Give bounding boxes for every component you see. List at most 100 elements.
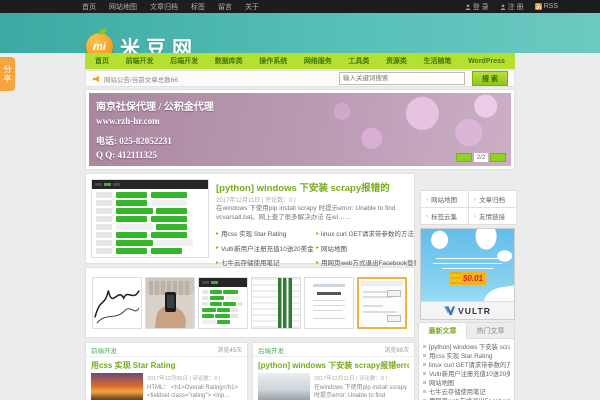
related-link[interactable]: ▸ 用网页web方式退出Facebook登录	[316, 257, 416, 268]
post-list-item[interactable]: [python] windows 下安装 scrapy	[423, 342, 510, 351]
top-menu-sitemap[interactable]: 网站地图	[109, 2, 137, 12]
tab-hot-posts[interactable]: 热门文章	[467, 323, 514, 338]
top-menu-home[interactable]: 首页	[82, 2, 96, 12]
nav-tools[interactable]: 工具类	[348, 56, 369, 66]
post-title: 用网页web方式退出Facebook登录	[429, 396, 510, 400]
banner-line-2: www.rzh-hr.com	[96, 116, 160, 126]
top-menu-guestbook[interactable]: 留言	[218, 2, 232, 12]
view-count: 浏览45次	[217, 348, 242, 354]
login-link[interactable]: 登 录	[465, 2, 489, 12]
post-list-item[interactable]: 用网页web方式退出Facebook登录	[423, 396, 510, 400]
article-date: 2017年12月11日 | 评论数：0 |	[314, 376, 388, 382]
article-title[interactable]: [python] windows 下安装 scrapy报错error:	[258, 360, 409, 371]
top-menu-tags[interactable]: 标签	[191, 2, 205, 12]
post-list-item[interactable]: 用css 实现 Star Rating	[423, 351, 510, 360]
nav-frontend[interactable]: 前端开发	[126, 56, 154, 66]
related-link[interactable]: ▸ 用css 实现 Star Rating	[216, 228, 316, 239]
post-list-item[interactable]: linux curl GET请求带参数的方法	[423, 360, 510, 369]
share-side-tab[interactable]: 分享	[0, 57, 15, 91]
notice-bar: 网站公告/当前文章总数66 搜 索	[85, 70, 515, 87]
main-nav: 首页 前端开发 后端开发 数据库类 操作系统 网络服务 工具类 资源类 生活随笔…	[85, 53, 515, 69]
related-link[interactable]: ▸ Vultr新用户注册充值10送20美金	[216, 243, 316, 253]
slider-page-indicator: 2/2	[474, 153, 488, 162]
banner-ad[interactable]: 南京社保代理 / 公积金代理 www.rzh-hr.com 电话: 025-82…	[89, 93, 511, 166]
featured-related-links: ▸ 用css 实现 Star Rating ▸ Vultr新用户注册充值10送20美…	[216, 228, 416, 268]
article-title[interactable]: 用css 实现 Star Rating	[91, 360, 242, 371]
featured-title[interactable]: [python] windows 下安装 scrapy报错的	[216, 180, 412, 194]
vultr-brand-text: VULTR	[458, 305, 491, 316]
banner-line-3: 电话: 025-82052231	[96, 136, 172, 146]
green-table-thumbnail[interactable]	[198, 276, 248, 329]
coupon-price: $0.01	[459, 272, 487, 285]
slider-prev-button[interactable]	[456, 153, 472, 162]
square-bullet-icon	[423, 381, 426, 384]
vultr-ad-banner[interactable]: $0.01 VULTR	[420, 228, 515, 320]
square-bullet-icon	[423, 345, 426, 348]
category-link[interactable]: 前端开发	[91, 345, 117, 355]
article-card-header: 前端开发 浏览45次	[86, 343, 247, 357]
quick-link-friends[interactable]: › 友情链接	[469, 208, 516, 224]
arrow-icon: ▸	[316, 245, 320, 251]
top-menu-archive[interactable]: 文章归档	[150, 2, 178, 12]
nav-home[interactable]: 首页	[95, 56, 109, 66]
related-link[interactable]: ▸ 七牛云存储使用笔记	[216, 257, 316, 268]
sunset-thumbnail[interactable]	[91, 373, 143, 400]
sketch-thumbnail[interactable]	[92, 276, 142, 329]
view-count: 浏览88次	[384, 348, 409, 354]
top-account-links: 登 录 注 册 RSS	[465, 2, 558, 12]
article-excerpt: 在windows 下使用pip install scrapy 时提示error:…	[314, 385, 408, 400]
quick-link-label: 标签云集	[431, 214, 458, 221]
search-button[interactable]: 搜 索	[472, 71, 508, 86]
quick-link-label: 友情链接	[479, 214, 506, 221]
category-link[interactable]: 后端开发	[258, 345, 284, 355]
phone-photo-thumbnail[interactable]	[145, 276, 195, 329]
chevron-right-icon: ›	[426, 212, 429, 220]
latest-posts-list: [python] windows 下安装 scrapy 用css 实现 Star…	[419, 339, 514, 400]
search-input[interactable]	[339, 72, 465, 85]
post-list-item[interactable]: 网站地图	[423, 378, 510, 387]
top-utility-bar: 首页 网站地图 文章归档 标签 留言 关于 登 录 注 册 RSS	[0, 0, 600, 13]
striped-list-thumbnail[interactable]	[251, 276, 301, 329]
rss-link[interactable]: RSS	[534, 3, 558, 10]
page-line	[313, 283, 345, 287]
square-bullet-icon	[423, 390, 426, 393]
related-link-label: linux curl GET请求带参数的方法	[321, 231, 414, 238]
slider-next-button[interactable]	[490, 153, 506, 162]
nav-life[interactable]: 生活随笔	[424, 56, 452, 66]
quick-link-sitemap[interactable]: › 网站地图	[421, 191, 468, 207]
windows-dialog-thumbnail[interactable]	[357, 276, 407, 329]
sketch-graphic	[94, 289, 140, 323]
nav-database[interactable]: 数据库类	[215, 56, 243, 66]
green-table-graphic	[92, 189, 208, 255]
post-list-item[interactable]: 七牛云存储使用笔记	[423, 387, 510, 396]
dialog-line	[363, 310, 397, 313]
related-link[interactable]: ▸ 网站地图	[316, 243, 416, 253]
dialog-button	[387, 314, 401, 322]
related-link-label: 七牛云存储使用笔记	[221, 260, 280, 267]
banner-line-1: 南京社保代理 / 公积金代理	[96, 102, 214, 113]
featured-thumbnail[interactable]	[91, 179, 209, 258]
nav-wordpress[interactable]: WordPress	[468, 58, 505, 65]
quick-link-tags[interactable]: › 标签云集	[421, 208, 468, 224]
mountain-thumbnail[interactable]	[258, 373, 310, 400]
green-table-graphic	[199, 287, 247, 325]
nav-os[interactable]: 操作系统	[259, 56, 287, 66]
square-bullet-icon	[423, 354, 426, 357]
post-list-item[interactable]: Vultr新用户注册充值10送20美金	[423, 369, 510, 378]
nginx-page-thumbnail[interactable]	[304, 276, 354, 329]
vultr-logo-icon	[444, 305, 456, 315]
top-menu-about[interactable]: 关于	[245, 2, 259, 12]
article-card: 后端开发 浏览88次 [python] windows 下安装 scrapy报错…	[252, 342, 415, 400]
nav-resources[interactable]: 资源类	[386, 56, 407, 66]
tab-latest-posts[interactable]: 最新文章	[419, 323, 467, 339]
related-link[interactable]: ▸ linux curl GET请求带参数的方法	[316, 228, 416, 239]
related-links-col-1: ▸ 用css 实现 Star Rating ▸ Vultr新用户注册充值10送20美…	[216, 228, 316, 268]
register-link[interactable]: 注 册	[500, 2, 524, 12]
nav-backend[interactable]: 后端开发	[170, 56, 198, 66]
page-line	[313, 317, 345, 319]
quick-link-archive[interactable]: › 文章归档	[469, 191, 516, 207]
nav-network[interactable]: 网络服务	[304, 56, 332, 66]
related-link-label: 网站地图	[321, 245, 348, 253]
related-link-label: Vultr新用户注册充值10送20美金	[221, 245, 314, 253]
related-links-col-2: ▸ linux curl GET请求带参数的方法 ▸ 网站地图 ▸ 用网页web方式退…	[316, 228, 416, 268]
